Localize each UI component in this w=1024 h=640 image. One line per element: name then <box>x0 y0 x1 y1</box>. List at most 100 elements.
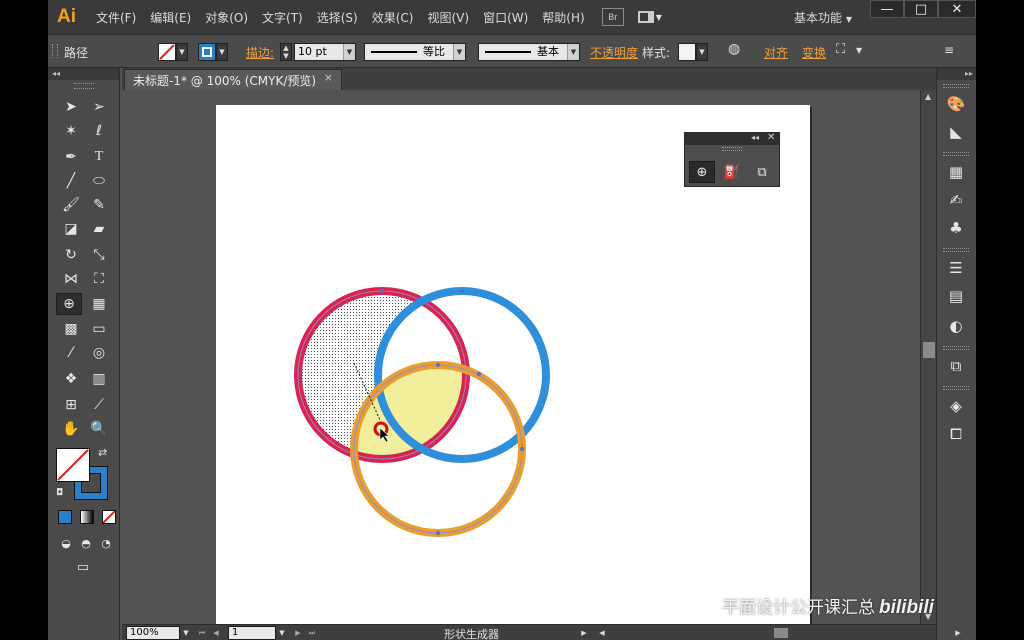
draw-behind-icon[interactable]: ◓ <box>76 532 96 554</box>
style-dropdown[interactable]: ▼ <box>696 43 708 61</box>
hand-tool-icon[interactable]: ✋ <box>58 418 84 440</box>
transparency-panel-icon[interactable]: ◐ <box>945 316 967 336</box>
line-tool-icon[interactable]: ╱ <box>58 170 84 192</box>
status-menu-icon[interactable]: ▶ <box>578 626 590 640</box>
fill-color-box[interactable] <box>56 448 90 482</box>
perspective-grid-tool-icon[interactable]: ▦ <box>86 293 112 315</box>
variable-width-profile[interactable]: 等比 ▼ <box>364 43 466 61</box>
collapse-icon[interactable]: ◂◂ <box>52 69 60 78</box>
rotate-tool-icon[interactable]: ↻ <box>58 244 84 266</box>
zoom-dropdown-icon[interactable]: ▼ <box>180 626 192 640</box>
live-paint-bucket-icon[interactable]: ⛽ <box>719 161 745 183</box>
column-graph-tool-icon[interactable]: ▥ <box>86 368 112 390</box>
default-colors-icon[interactable]: ◘ <box>56 488 63 498</box>
align-link[interactable]: 对齐 <box>764 44 788 61</box>
artboard-number-field[interactable]: 1 <box>228 626 276 640</box>
stroke-stepper[interactable]: ▲ ▼ <box>280 43 292 61</box>
live-paint-selection-icon[interactable]: ⧉ <box>749 161 775 183</box>
gradient-mode-icon[interactable] <box>80 510 94 524</box>
tab-document[interactable]: 未标题-1* @ 100% (CMYK/预览) × <box>124 69 342 90</box>
collapse-icon[interactable]: ◂◂ <box>751 133 759 142</box>
anchor-point[interactable] <box>520 447 524 451</box>
gradient-panel-icon[interactable]: ▤ <box>945 286 967 306</box>
artboard-dropdown-icon[interactable]: ▼ <box>276 626 288 640</box>
draw-normal-icon[interactable]: ◒ <box>56 532 76 554</box>
arrange-documents-button[interactable]: ▼ <box>637 8 668 26</box>
anchor-point[interactable] <box>460 289 464 293</box>
selection-tool-icon[interactable]: ➤ <box>58 96 84 118</box>
symbol-sprayer-tool-icon[interactable]: ❖ <box>58 368 84 390</box>
anchor-point[interactable] <box>380 289 384 293</box>
swatches-panel-icon[interactable]: ▦ <box>945 162 967 182</box>
menu-select[interactable]: 选择(S) <box>310 9 365 26</box>
panel-title-bar[interactable]: ◂◂ ✕ <box>685 132 779 145</box>
none-mode-icon[interactable] <box>102 510 116 524</box>
minimize-button[interactable]: — <box>870 0 904 18</box>
menu-type[interactable]: 文字(T) <box>255 9 310 26</box>
graphic-style-swatch[interactable] <box>678 43 696 61</box>
color-panel-icon[interactable]: 🎨 <box>945 94 967 114</box>
artwork[interactable] <box>122 90 920 624</box>
fill-dropdown[interactable]: ▼ <box>176 43 188 61</box>
next-artboard-icon[interactable]: ▶ <box>292 626 304 640</box>
first-artboard-icon[interactable]: ⏮ <box>196 626 208 640</box>
transform-link[interactable]: 变换 <box>802 44 826 61</box>
anchor-point[interactable] <box>436 363 440 367</box>
menu-edit[interactable]: 编辑(E) <box>143 9 198 26</box>
eyedropper-tool-icon[interactable]: ⁄ <box>58 342 84 364</box>
stroke-swatch[interactable] <box>198 43 216 61</box>
scroll-left-icon[interactable]: ◀ <box>596 626 608 640</box>
blend-tool-icon[interactable]: ◎ <box>86 342 112 364</box>
free-transform-tool-icon[interactable]: ⛶ <box>86 268 112 290</box>
menu-effect[interactable]: 效果(C) <box>365 9 421 26</box>
type-tool-icon[interactable]: T <box>86 146 112 168</box>
zoom-tool-icon[interactable]: 🔍 <box>86 418 112 440</box>
shape-builder-option-icon[interactable]: ⊕ <box>689 161 715 183</box>
maximize-button[interactable]: □ <box>904 0 938 18</box>
vertical-scrollbar[interactable]: ▲ ▼ <box>920 90 936 624</box>
direct-selection-tool-icon[interactable]: ➢ <box>86 96 112 118</box>
shape-builder-tool-icon[interactable]: ⊕ <box>56 293 82 315</box>
stroke-label[interactable]: 描边: <box>246 44 274 61</box>
panel-menu-icon[interactable]: ≡ <box>944 43 954 57</box>
menu-view[interactable]: 视图(V) <box>420 9 476 26</box>
draw-inside-icon[interactable]: ◔ <box>96 532 116 554</box>
width-tool-icon[interactable]: ⋈ <box>58 268 84 290</box>
expand-icon[interactable]: ▸▸ <box>965 69 973 78</box>
layers-panel-icon[interactable]: ◈ <box>945 396 967 416</box>
pen-tool-icon[interactable]: ✒ <box>58 146 84 168</box>
lasso-tool-icon[interactable]: ℓ <box>86 120 112 142</box>
eraser-tool-icon[interactable]: ▰ <box>86 218 112 240</box>
pencil-tool-icon[interactable]: ✎ <box>86 194 112 216</box>
zoom-level-field[interactable]: 100% <box>126 626 180 640</box>
anchor-point[interactable] <box>436 531 440 535</box>
last-artboard-icon[interactable]: ⏭ <box>306 626 318 640</box>
chevron-down-icon[interactable]: ▼ <box>856 46 862 55</box>
stroke-panel-icon[interactable]: ☰ <box>945 258 967 278</box>
slice-tool-icon[interactable]: ⟋ <box>86 394 112 416</box>
symbols-panel-icon[interactable]: ♣ <box>945 218 967 238</box>
swap-fill-stroke-icon[interactable]: ⇄ <box>98 446 107 459</box>
menu-file[interactable]: 文件(F) <box>89 9 143 26</box>
bridge-button[interactable]: Br <box>601 8 624 26</box>
appearance-panel-icon[interactable]: ⧉ <box>945 356 967 376</box>
screen-mode-icon[interactable]: ▭ <box>70 556 96 578</box>
brushes-panel-icon[interactable]: ✍ <box>945 190 967 210</box>
artboard-tool-icon[interactable]: ⊞ <box>58 394 84 416</box>
workspace-switcher[interactable]: 基本功能 ▼ <box>794 9 852 26</box>
canvas[interactable] <box>122 90 920 624</box>
ellipse-tool-icon[interactable]: ⬭ <box>86 170 112 192</box>
horizontal-scroll-thumb[interactable] <box>774 628 788 638</box>
close-icon[interactable]: ✕ <box>767 132 775 143</box>
menu-window[interactable]: 窗口(W) <box>476 9 535 26</box>
anchor-point[interactable] <box>477 372 481 376</box>
isolate-icon[interactable]: ⛶ <box>836 42 845 57</box>
vertical-scroll-thumb[interactable] <box>923 342 935 358</box>
gradient-tool-icon[interactable]: ▭ <box>86 318 112 340</box>
scale-tool-icon[interactable]: ⤡ <box>86 244 112 266</box>
paintbrush-tool-icon[interactable]: 🖌 <box>58 194 84 216</box>
scroll-up-icon[interactable]: ▲ <box>925 92 931 101</box>
stroke-dropdown[interactable]: ▼ <box>216 43 228 61</box>
opacity-link[interactable]: 不透明度 <box>590 44 638 61</box>
fill-swatch[interactable] <box>158 43 176 61</box>
